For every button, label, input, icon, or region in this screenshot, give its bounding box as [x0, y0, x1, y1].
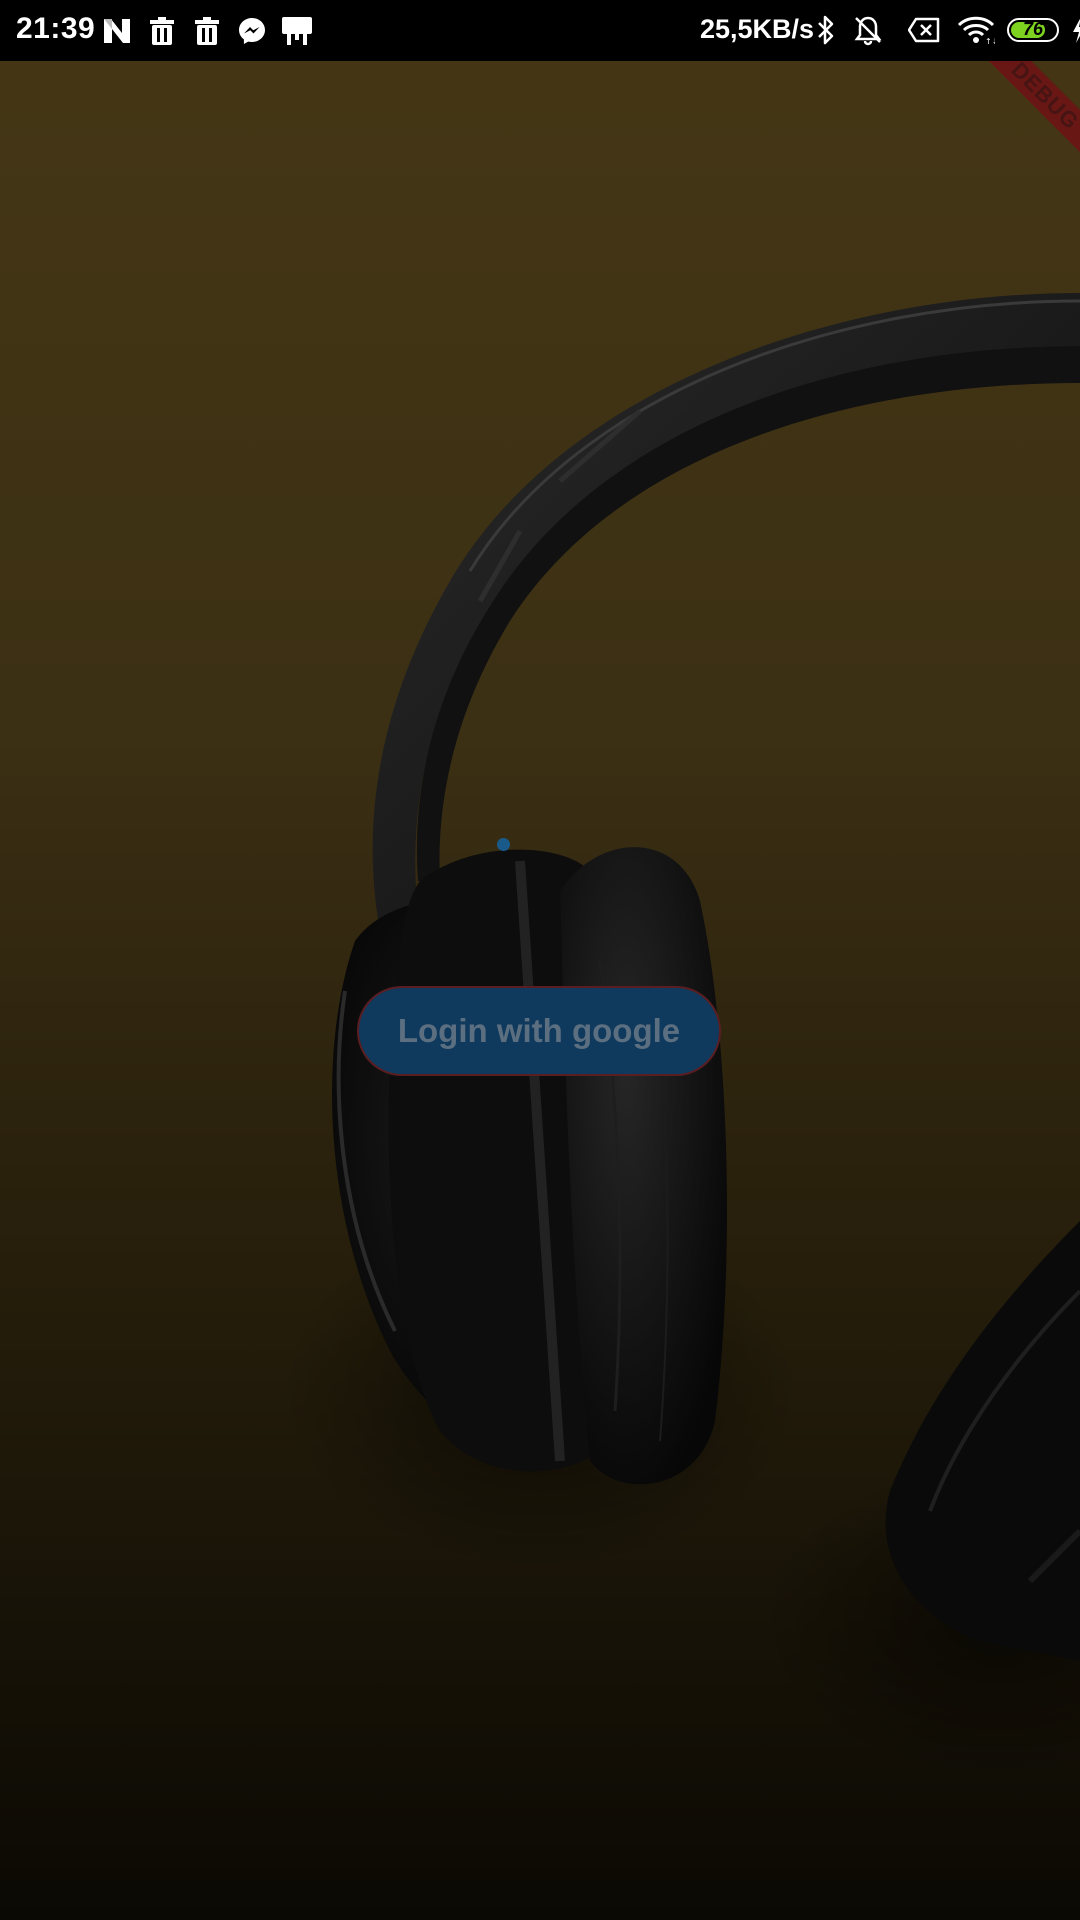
battery-level: 76 [1022, 19, 1044, 39]
battery-icon: 76 [1006, 11, 1064, 49]
trash-icon [145, 14, 179, 48]
charging-bolt-icon [1070, 11, 1080, 49]
bluetooth-icon [812, 11, 840, 49]
messenger-icon [235, 14, 269, 48]
debug-banner-label: DEBUG [980, 61, 1080, 161]
debug-banner: DEBUG [980, 61, 1080, 161]
system-icons: ↑↓ 76 [812, 11, 1080, 49]
notification-icons [100, 14, 325, 48]
login-button-label: Login with google [397, 1012, 681, 1049]
login-with-google-button[interactable]: Login with google [357, 986, 721, 1076]
easel-icon [280, 14, 314, 48]
n-app-icon [100, 14, 134, 48]
sim-off-icon [906, 11, 942, 49]
status-bar: 21:39 25,5KB/s ↑ 76 [0, 0, 1080, 61]
loading-dot-icon [497, 838, 510, 851]
network-speed: 25,5KB/s [700, 14, 815, 44]
bell-muted-icon [850, 11, 886, 49]
svg-text:↑↓: ↑↓ [985, 37, 995, 45]
trash-icon [190, 14, 224, 48]
wifi-icon: ↑↓ [956, 11, 996, 49]
status-time: 21:39 [16, 12, 96, 45]
screen: 21:39 25,5KB/s ↑ 76 DEBUG Login with goo… [0, 0, 1080, 1920]
